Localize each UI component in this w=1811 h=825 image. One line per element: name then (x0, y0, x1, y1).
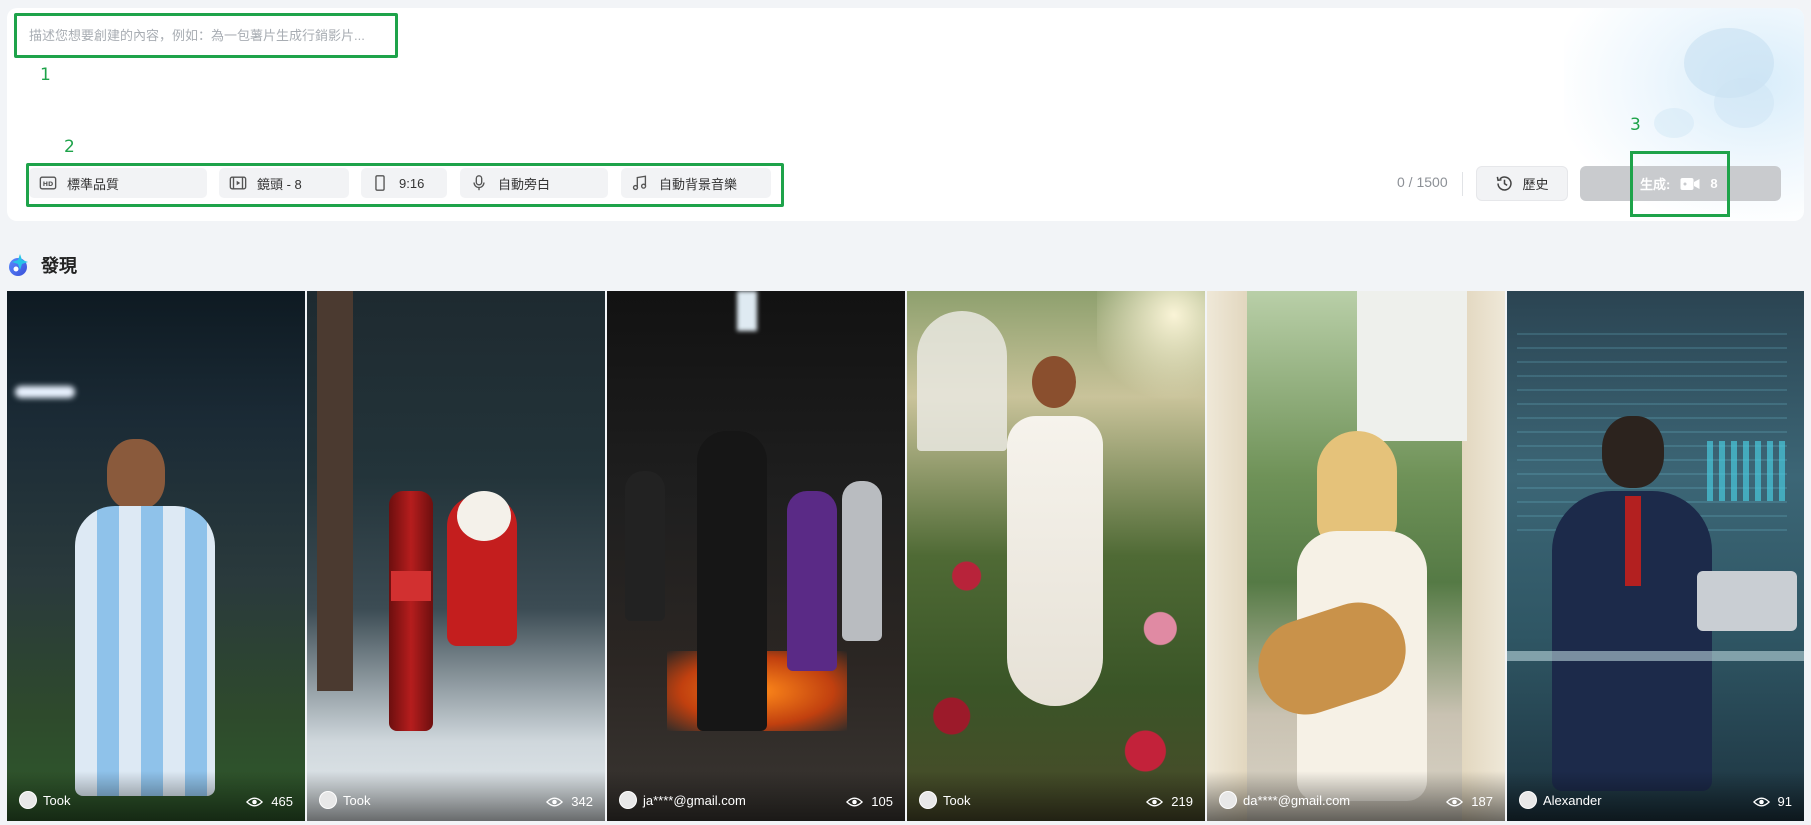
house (1357, 291, 1467, 441)
eye-icon (1146, 797, 1164, 806)
card-views: 219 (1146, 794, 1193, 809)
avatar (1219, 791, 1237, 809)
gallery-card[interactable]: Took 465 (7, 291, 305, 821)
eye-icon (246, 797, 264, 806)
gallery-card[interactable]: da****@gmail.com 187 (1207, 291, 1505, 821)
card-view-count: 342 (571, 794, 593, 809)
card-views: 91 (1752, 794, 1792, 809)
history-label: 歷史 (1522, 177, 1549, 192)
gallery-card[interactable]: Took 342 (307, 291, 605, 821)
card-user: Took (919, 791, 970, 809)
prompt-input[interactable] (29, 28, 395, 43)
card-user: Took (319, 791, 370, 809)
drummer (625, 471, 665, 621)
cola-label (391, 571, 431, 601)
gallery-card[interactable]: ja****@gmail.com 105 (607, 291, 905, 821)
quality-option[interactable]: HD 標準品質 (29, 168, 207, 198)
card-user: Took (19, 791, 70, 809)
microphone-icon (473, 175, 485, 191)
svg-text:HD: HD (43, 181, 54, 188)
card-views: 187 (1446, 794, 1493, 809)
curtain-right (1462, 291, 1505, 821)
card-username: Took (343, 792, 371, 808)
tree-trunk (317, 291, 353, 691)
discover-gallery: Took 465 Took 342 ja****@gmail.com 105 T… (7, 291, 1804, 825)
card-user: Alexander (1519, 791, 1602, 809)
singer (697, 431, 767, 731)
card-view-count: 187 (1471, 794, 1493, 809)
woman-hair (1032, 356, 1076, 408)
gallery-card[interactable]: Alexander 91 (1507, 291, 1804, 821)
eye-icon (546, 797, 564, 806)
card-username: da****@gmail.com (1243, 792, 1351, 808)
avatar (619, 791, 637, 809)
history-icon (1497, 176, 1513, 191)
cola-bottle (389, 491, 433, 731)
voiceover-option[interactable]: 自動旁白 (460, 168, 608, 198)
card-user: da****@gmail.com (1219, 791, 1350, 809)
player-shirt (75, 506, 215, 796)
discover-header: 發現 (7, 250, 77, 280)
voiceover-label: 自動旁白 (498, 176, 551, 192)
curtain-left (1207, 291, 1247, 821)
card-view-count: 465 (271, 794, 293, 809)
character-count: 0 / 1500 (1397, 174, 1448, 190)
card-views: 342 (546, 794, 593, 809)
card-views: 105 (846, 794, 893, 809)
santa-beard (457, 491, 511, 541)
hd-icon: HD (39, 176, 57, 190)
keyboardist (842, 481, 882, 641)
stage-light (737, 291, 757, 331)
bgm-option[interactable]: 自動背景音樂 (621, 168, 771, 198)
quality-label: 標準品質 (67, 176, 120, 192)
screen-bars (1707, 441, 1787, 501)
avatar (19, 791, 37, 809)
annotation-marker-3: 3 (1630, 115, 1641, 135)
discover-title: 發現 (41, 256, 77, 276)
card-username: Took (943, 792, 971, 808)
card-view-count: 219 (1171, 794, 1193, 809)
film-icon (229, 176, 247, 190)
card-username: Alexander (1543, 792, 1602, 808)
bgm-label: 自動背景音樂 (659, 176, 738, 192)
card-views: 465 (246, 794, 293, 809)
card-username: ja****@gmail.com (643, 792, 746, 808)
annotation-marker-1: 1 (40, 65, 51, 85)
guitarist (787, 491, 837, 671)
history-button[interactable]: 歷史 (1476, 166, 1568, 201)
music-note-icon (632, 175, 647, 191)
laptop (1697, 571, 1797, 631)
sunlight (1097, 291, 1205, 411)
generate-highlight (1630, 151, 1730, 217)
card-view-count: 91 (1777, 794, 1792, 809)
shots-option[interactable]: 鏡頭 - 8 (219, 168, 349, 198)
avatar (1519, 791, 1537, 809)
stadium-lights (15, 386, 75, 398)
divider (1462, 172, 1463, 196)
card-user: ja****@gmail.com (619, 791, 746, 809)
player-head (107, 439, 165, 509)
white-dress (1007, 416, 1103, 706)
gallery-card[interactable]: Took 219 (907, 291, 1205, 821)
avatar (919, 791, 937, 809)
eye-icon (1752, 797, 1770, 806)
red-tie (1625, 496, 1641, 586)
shots-label: 鏡頭 - 8 (257, 176, 302, 192)
eye-icon (846, 797, 864, 806)
annotation-marker-2: 2 (64, 137, 75, 157)
gazebo (917, 311, 1007, 451)
avatar (319, 791, 337, 809)
ape-head (1602, 416, 1664, 488)
glass-desk (1507, 651, 1804, 661)
aspect-ratio-label: 9:16 (399, 175, 425, 191)
eye-icon (1446, 797, 1464, 806)
phone-portrait-icon (375, 175, 385, 191)
prompt-input-box[interactable] (14, 13, 398, 58)
card-username: Took (43, 792, 71, 808)
discover-logo-icon (9, 254, 28, 276)
aspect-ratio-option[interactable]: 9:16 (361, 168, 447, 198)
card-view-count: 105 (871, 794, 893, 809)
